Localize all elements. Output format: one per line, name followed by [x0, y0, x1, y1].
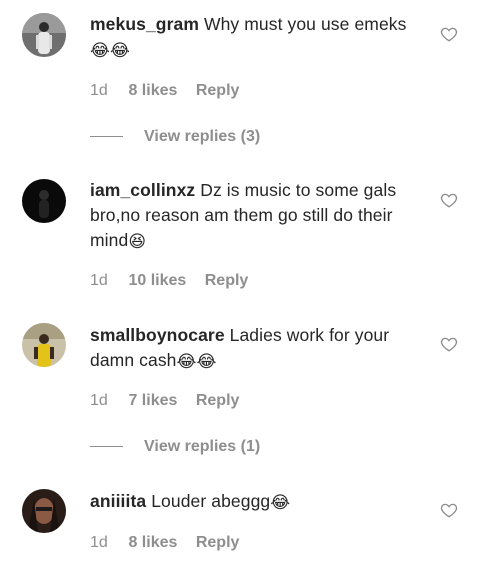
comment-username[interactable]: aniiiita [90, 491, 146, 511]
comment-username[interactable]: smallboynocare [90, 325, 225, 345]
comment-likes[interactable]: 10 likes [128, 270, 186, 292]
avatar[interactable] [22, 323, 66, 367]
comment-body: Why must you use emeks [203, 14, 407, 34]
comment-text: mekus_gram Why must you use emeks 😂😂 [90, 12, 425, 62]
comment-meta: 1d 8 likes Reply [90, 532, 239, 554]
comment-text: aniiiita Louder abeggg😂 [90, 489, 425, 514]
emoji: 😂😂 [90, 41, 130, 61]
comment-meta: 1d 10 likes Reply [90, 270, 248, 292]
view-replies-label: View replies (1) [144, 438, 261, 455]
comment-time: 1d [90, 534, 108, 551]
emoji: 😂😂 [176, 352, 217, 372]
comment-time: 1d [90, 392, 108, 409]
reply-button[interactable]: Reply [196, 534, 240, 551]
avatar-image [22, 323, 66, 367]
heart-outline-icon[interactable] [440, 191, 458, 209]
divider-line [90, 446, 123, 448]
reply-button[interactable]: Reply [196, 392, 240, 409]
comment-meta: 1d 7 likes Reply [90, 390, 239, 412]
emoji: 😂 [270, 493, 291, 513]
comment-body: Louder abeggg [151, 491, 271, 511]
comment-likes[interactable]: 8 likes [128, 532, 177, 554]
comment-username[interactable]: iam_collinxz [90, 180, 195, 200]
view-replies-label: View replies (3) [144, 128, 261, 145]
comment-username[interactable]: mekus_gram [90, 14, 199, 34]
heart-outline-icon[interactable] [440, 501, 458, 519]
heart-outline-icon[interactable] [440, 25, 458, 43]
comment-text: smallboynocare Ladies work for your damn… [90, 323, 425, 373]
comment-text: iam_collinxz Dz is music to some gals br… [90, 178, 425, 253]
emoji: 😆 [128, 232, 147, 252]
comment-time: 1d [90, 82, 108, 99]
avatar[interactable] [22, 13, 66, 57]
view-replies-button[interactable]: View replies (3) [90, 126, 260, 148]
comment-likes[interactable]: 7 likes [128, 390, 177, 412]
reply-button[interactable]: Reply [196, 82, 240, 99]
comment-likes[interactable]: 8 likes [128, 80, 177, 102]
heart-outline-icon[interactable] [440, 335, 458, 353]
avatar-image [22, 489, 66, 533]
comment-time: 1d [90, 272, 108, 289]
avatar-image [22, 13, 66, 57]
avatar[interactable] [22, 489, 66, 533]
view-replies-button[interactable]: View replies (1) [90, 436, 260, 458]
avatar[interactable] [22, 179, 66, 223]
comment-meta: 1d 8 likes Reply [90, 80, 239, 102]
divider-line [90, 136, 123, 138]
avatar-image [22, 179, 66, 223]
reply-button[interactable]: Reply [205, 272, 249, 289]
